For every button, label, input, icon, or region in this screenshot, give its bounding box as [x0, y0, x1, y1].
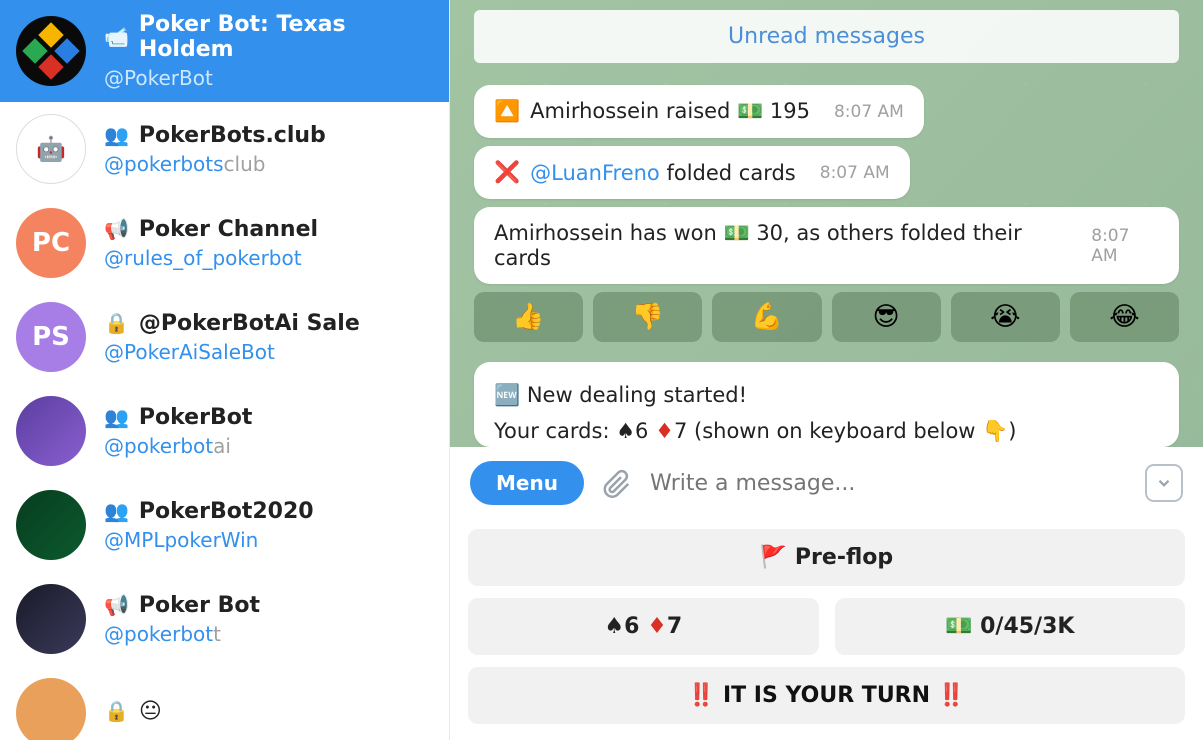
keyboard-stakes-button[interactable]: 💵 0/45/3K — [835, 598, 1186, 655]
lock-icon: 🔒 — [104, 311, 129, 335]
chat-title-label: PokerBots.club — [139, 123, 326, 148]
bot-keyboard: 🚩 Pre-flop ♠6 ♦7 💵 0/45/3K ‼️ IT IS YOUR… — [450, 519, 1203, 740]
message-text: folded cards — [660, 161, 796, 185]
megaphone-icon: 📢 — [104, 217, 129, 241]
chat-list-sidebar: 📹 Poker Bot: Texas Holdem @PokerBot 🤖 👥 Po… — [0, 0, 450, 740]
lock-icon: 🔒 — [104, 699, 129, 723]
reaction-thumbs-down[interactable]: 👎 — [593, 292, 702, 342]
chat-title-label: Poker Bot — [139, 593, 260, 618]
message-input[interactable] — [650, 471, 1127, 496]
chat-item[interactable]: 🤖 👥PokerBots.club @pokerbotsclub — [0, 102, 449, 196]
avatar: PC — [16, 208, 86, 278]
group-icon: 👥 — [104, 499, 129, 523]
diamond-icon: ♦ — [655, 419, 674, 443]
chat-handle: @PokerBot — [104, 66, 433, 90]
message-text: Amirhossein raised 💵 195 — [530, 99, 810, 124]
raise-icon: 🔼 — [494, 99, 520, 124]
message-time: 8:07 AM — [820, 163, 890, 183]
message-input-row: Menu — [450, 447, 1203, 519]
chat-item-pokerbot[interactable]: 📹 Poker Bot: Texas Holdem @PokerBot — [0, 0, 449, 102]
message-time: 8:07 AM — [834, 102, 904, 122]
chat-item[interactable]: 📢Poker Bot @pokerbott — [0, 572, 449, 666]
video-icon: 📹 — [104, 25, 129, 49]
chat-item[interactable]: PS 🔒@PokerBotAi Sale @PokerAiSaleBot — [0, 290, 449, 384]
megaphone-icon: 📢 — [104, 593, 129, 617]
spade-icon: ♠ — [616, 419, 635, 443]
keyboard-preflop-button[interactable]: 🚩 Pre-flop — [468, 529, 1185, 586]
chat-item[interactable]: 👥PokerBot2020 @MPLpokerWin — [0, 478, 449, 572]
avatar: PS — [16, 302, 86, 372]
attach-icon[interactable] — [602, 468, 632, 498]
chat-title-label: Poker Channel — [139, 217, 318, 242]
emoji-icon: 😐 — [139, 699, 162, 724]
keyboard-toggle-icon[interactable] — [1145, 464, 1183, 502]
reaction-cry[interactable]: 😭 — [951, 292, 1060, 342]
chat-title-label: PokerBot2020 — [139, 499, 314, 524]
message-list: Unread messages 🔼 Amirhossein raised 💵 1… — [450, 0, 1203, 447]
group-icon: 👥 — [104, 123, 129, 147]
avatar — [16, 396, 86, 466]
keyboard-your-turn-button[interactable]: ‼️ IT IS YOUR TURN ‼️ — [468, 667, 1185, 724]
avatar — [16, 490, 86, 560]
chat-title-label: PokerBot — [139, 405, 252, 430]
deal-message[interactable]: 🆕 New dealing started! Your cards: ♠6 ♦7… — [474, 362, 1179, 447]
chat-item[interactable]: PC 📢Poker Channel @rules_of_pokerbot — [0, 196, 449, 290]
message-text: Amirhossein has won 💵 30, as others fold… — [494, 221, 1067, 270]
message-time: 8:07 AM — [1091, 226, 1159, 266]
reaction-muscle[interactable]: 💪 — [712, 292, 821, 342]
message-bubble[interactable]: Amirhossein has won 💵 30, as others fold… — [474, 207, 1179, 284]
reaction-cool[interactable]: 😎 — [832, 292, 941, 342]
user-mention[interactable]: @LuanFreno — [530, 161, 660, 185]
avatar — [16, 16, 86, 86]
chat-title-label: @PokerBotAi Sale — [139, 311, 360, 336]
chat-item[interactable]: 👥PokerBot @pokerbotai — [0, 384, 449, 478]
message-bubble[interactable]: ❌ @LuanFreno folded cards 8:07 AM — [474, 146, 910, 199]
new-icon: 🆕 — [494, 383, 520, 407]
unread-messages-bar: Unread messages — [474, 10, 1179, 63]
group-icon: 👥 — [104, 405, 129, 429]
keyboard-hand-button[interactable]: ♠6 ♦7 — [468, 598, 819, 655]
menu-button[interactable]: Menu — [470, 461, 584, 505]
chat-title-label: Poker Bot: Texas Holdem — [139, 12, 433, 62]
reaction-thumbs-up[interactable]: 👍 — [474, 292, 583, 342]
reaction-laugh[interactable]: 😂 — [1070, 292, 1179, 342]
avatar — [16, 584, 86, 654]
chat-item[interactable]: 🔒😐 — [0, 666, 449, 740]
reaction-row: 👍 👎 💪 😎 😭 😂 — [474, 292, 1179, 342]
chat-main-area: Unread messages 🔼 Amirhossein raised 💵 1… — [450, 0, 1203, 740]
message-bubble[interactable]: 🔼 Amirhossein raised 💵 195 8:07 AM — [474, 85, 924, 138]
avatar: 🤖 — [16, 114, 86, 184]
fold-icon: ❌ — [494, 160, 520, 185]
avatar — [16, 678, 86, 740]
